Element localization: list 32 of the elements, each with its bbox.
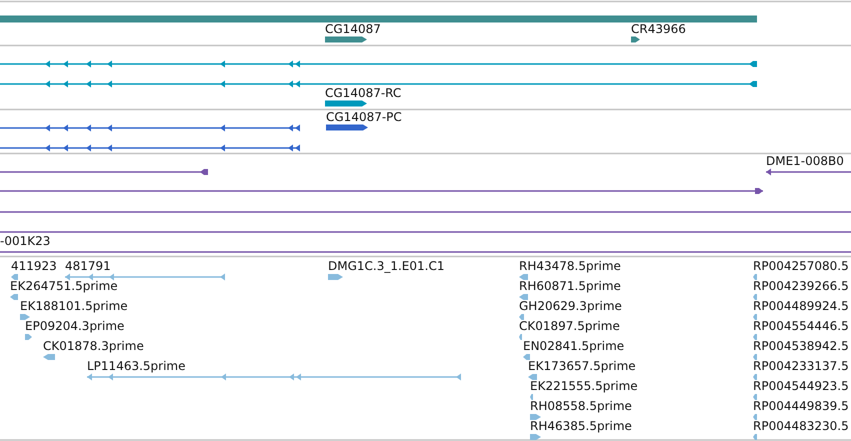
feature-label: DMG1C.3_1.E01.C1 [328, 260, 444, 273]
feature-label: EK188101.5prime [20, 300, 128, 313]
feature-label: RP004233137.5 [753, 360, 849, 373]
feature-label: RP004489924.5 [753, 300, 849, 313]
feature-label: EK221555.5prime [530, 380, 638, 393]
feature-label: CR43966 [631, 23, 686, 36]
feature-label: CG14087 [325, 23, 381, 36]
feature-label: GH20629.3prime [519, 300, 622, 313]
feature-label: EN02841.5prime [523, 340, 624, 353]
feature-label: RP004483230.5 [753, 420, 849, 433]
feature-label: RP004239266.5 [753, 280, 849, 293]
feature-label: RP004449839.5 [753, 400, 849, 413]
feature-label: 411923 [11, 260, 57, 273]
feature-label: RP004554446.5 [753, 320, 849, 333]
feature-label: RP004544923.5 [753, 380, 849, 393]
feature-label: RP004257080.5 [753, 260, 849, 273]
feature-label: RH08558.5prime [530, 400, 632, 413]
feature-label: CG14087-PC [326, 111, 402, 124]
feature-label: EK264751.5prime [10, 280, 118, 293]
feature-label: CK01878.3prime [43, 340, 144, 353]
feature-label: 481791 [65, 260, 111, 273]
feature-label: CK01897.5prime [519, 320, 620, 333]
feature-label: DME1-008B0 [766, 155, 844, 168]
feature-label: EP09204.3prime [25, 320, 124, 333]
feature-label: RP004538942.5 [753, 340, 849, 353]
feature-label: RH60871.5prime [519, 280, 621, 293]
feature-label: -001K23 [0, 235, 50, 248]
feature-label: RH43478.5prime [519, 260, 621, 273]
feature-label: EK173657.5prime [528, 360, 636, 373]
feature-label: CG14087-RC [325, 87, 402, 100]
feature-label: LP11463.5prime [87, 360, 186, 373]
feature-label: RH46385.5prime [530, 420, 632, 433]
